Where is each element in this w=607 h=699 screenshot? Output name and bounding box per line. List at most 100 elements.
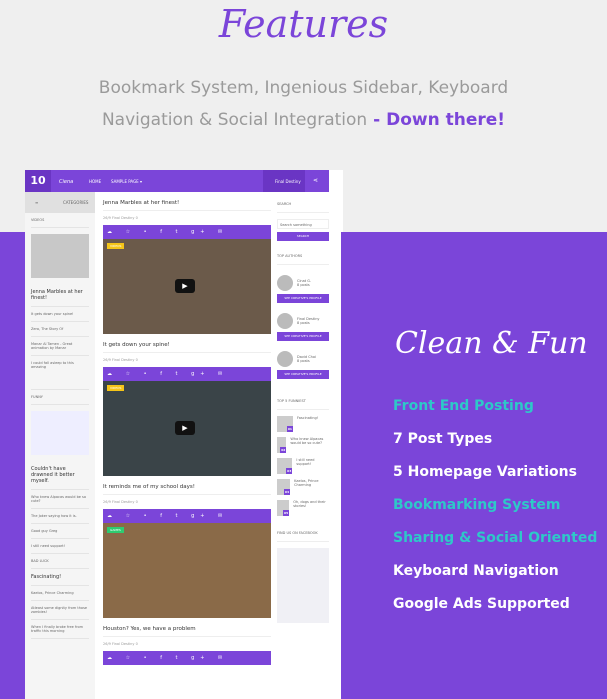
user-menu[interactable]: Final Destiny xyxy=(263,170,305,192)
section-bad-luck: BAD LUCK xyxy=(31,554,89,569)
profile-button[interactable]: SEE CREATIVE'S PROFILE xyxy=(277,294,329,303)
top-item[interactable]: 01 Fascinating! xyxy=(277,416,329,432)
top-title: Fascinating! xyxy=(297,416,319,420)
video-thumbnail[interactable] xyxy=(31,234,89,278)
thumbnail: 04 xyxy=(277,479,291,495)
rank: 04 xyxy=(283,489,291,495)
top-item[interactable]: 02 Who knew Alpacas would be so cute? xyxy=(277,437,329,453)
top-authors-label: TOP AUTHORS xyxy=(277,244,329,265)
post-action-bar[interactable]: ☁ ☆ • f t g+ ✉ xyxy=(103,509,271,523)
site-logo: 10 xyxy=(25,170,51,192)
post-title[interactable]: It reminds me of my school days! xyxy=(103,476,271,494)
post: It reminds me of my school days! 26/9 Fi… xyxy=(103,476,271,618)
list-item[interactable]: Atleast some dignity from those zombies! xyxy=(31,601,89,620)
category-badge: VIDEOS xyxy=(107,385,125,391)
feature-item: 5 Homepage Variations xyxy=(393,464,577,480)
category-badge: GAMES xyxy=(107,527,124,533)
top-item[interactable]: 03 I still need support! xyxy=(277,458,329,474)
top-item[interactable]: 04 Kaelos, Prince Charming xyxy=(277,479,329,495)
funny-thumbnail[interactable] xyxy=(31,411,89,455)
facebook-widget[interactable] xyxy=(277,548,329,623)
list-item[interactable]: Fascinating! xyxy=(31,569,89,586)
nav-home[interactable]: HOME xyxy=(89,179,101,184)
list-item[interactable]: When I finally broke free from traffic t… xyxy=(31,620,89,639)
subtitle-line1: Bookmark System, Ingenious Sidebar, Keyb… xyxy=(98,78,509,98)
left-sidebar: ≡ CATEGORIES VIDEOS Jenna Marbles at her … xyxy=(25,192,95,699)
feature-item: Keyboard Navigation xyxy=(393,563,559,579)
top-title: Oh, dogs and their stories! xyxy=(293,500,326,508)
thumbnail: 05 xyxy=(277,500,290,516)
post-meta: 26/9 Final Destiny 0 xyxy=(103,494,271,509)
feature-item: Bookmarking System xyxy=(393,497,561,513)
user-name: Final Destiny xyxy=(275,179,301,184)
list-item[interactable]: I still need support! xyxy=(31,539,89,554)
categories-tab[interactable]: ≡ CATEGORIES xyxy=(25,192,95,213)
list-item[interactable]: It gets down your spine! xyxy=(31,307,89,322)
nav-sample-page[interactable]: SAMPLE PAGE ▾ xyxy=(111,179,142,184)
author: David Choi 8 posts xyxy=(277,351,329,367)
post-meta: 26/9 Final Destiny 0 xyxy=(103,636,271,651)
search-label: SEARCH xyxy=(277,192,329,213)
post: It gets down your spine! 26/9 Final Dest… xyxy=(103,334,271,476)
list-item[interactable]: The Joker saying how it is. xyxy=(31,509,89,524)
feature-item: Sharing & Social Oriented xyxy=(393,530,598,546)
list-item[interactable]: Good guy Greg xyxy=(31,524,89,539)
author-posts: 8 posts xyxy=(297,359,310,363)
list-item[interactable]: Kaelos, Prince Charming xyxy=(31,586,89,601)
page-title: Features xyxy=(218,2,389,46)
top-title: Who knew Alpacas would be so cute? xyxy=(290,437,324,445)
list-item[interactable]: Manar Al Tamen - Great animation by Mana… xyxy=(31,337,89,356)
search-button[interactable]: SEARCH xyxy=(277,232,329,241)
top-title: I still need support! xyxy=(296,458,315,466)
post-meta: 26/9 Final Destiny 0 xyxy=(103,210,271,225)
post-image[interactable]: GAMES xyxy=(103,523,271,618)
section-videos: VIDEOS xyxy=(31,213,89,228)
theme-screenshot: 10 Ciena HOME SAMPLE PAGE ▾ Final Destin… xyxy=(25,170,343,699)
avatar[interactable] xyxy=(277,351,293,367)
rank: 02 xyxy=(280,447,287,453)
author: Cinat G. 8 posts xyxy=(277,275,329,291)
author-posts: 8 posts xyxy=(297,283,310,287)
list-item[interactable]: Zero, The Story Of xyxy=(31,322,89,337)
list-item[interactable]: Couldn't have drawned it better myself. xyxy=(31,461,89,490)
author: Final Destiny 8 posts xyxy=(277,313,329,329)
site-header: 10 Ciena HOME SAMPLE PAGE ▾ Final Destin… xyxy=(25,170,329,192)
feature-list: Front End Posting 7 Post Types 5 Homepage … xyxy=(393,398,597,629)
feature-item: 7 Post Types xyxy=(393,431,493,447)
search-input[interactable]: Search something xyxy=(277,219,329,229)
post: Jenna Marbles at her finest! 26/9 Final … xyxy=(103,192,271,334)
post-title[interactable]: Jenna Marbles at her finest! xyxy=(103,192,271,210)
top5-label: TOP 5 FUNNIEST xyxy=(277,389,329,410)
post-action-bar[interactable]: ☁ ☆ • f t g+ ✉ xyxy=(103,651,271,665)
video-player[interactable]: VIDEOS ▶ xyxy=(103,239,271,334)
facebook-label: FIND US ON FACEBOOK xyxy=(277,521,329,542)
top-title: Kaelos, Prince Charming xyxy=(294,479,319,487)
subtitle: Bookmark System, Ingenious Sidebar, Keyb… xyxy=(0,72,607,136)
rank: 05 xyxy=(283,510,290,516)
video-player[interactable]: VIDEOS ▶ xyxy=(103,381,271,476)
thumbnail: 03 xyxy=(277,458,293,474)
play-icon[interactable]: ▶ xyxy=(175,421,195,435)
list-item[interactable]: Jenna Marbles at her finest! xyxy=(31,284,89,307)
list-item[interactable]: I could fall asleep to this amazing xyxy=(31,356,89,390)
avatar[interactable] xyxy=(277,313,293,329)
section-funny: FUNNY xyxy=(31,390,89,405)
play-icon[interactable]: ▶ xyxy=(175,279,195,293)
post-action-bar[interactable]: ☁ ☆ • f t g+ ✉ xyxy=(103,367,271,381)
avatar[interactable] xyxy=(277,275,293,291)
post-action-bar[interactable]: ☁ ☆ • f t g+ ✉ xyxy=(103,225,271,239)
list-item[interactable]: Who knew Alpacas would be so cute? xyxy=(31,490,89,509)
thumbnail: 02 xyxy=(277,437,287,453)
profile-button[interactable]: SEE CREATIVE'S PROFILE xyxy=(277,370,329,379)
post-title[interactable]: It gets down your spine! xyxy=(103,334,271,352)
share-icon[interactable]: ⋖ xyxy=(313,177,318,184)
subtitle-highlight: - Down there! xyxy=(367,110,506,130)
feature-item: Google Ads Supported xyxy=(393,596,570,612)
scrollbar[interactable] xyxy=(341,232,343,699)
author-posts: 8 posts xyxy=(297,321,310,325)
post-title[interactable]: Houston? Yes, we have a problem xyxy=(103,618,271,636)
profile-button[interactable]: SEE CREATIVE'S PROFILE xyxy=(277,332,329,341)
menu-icon[interactable]: ≡ xyxy=(35,200,38,205)
post-meta: 26/9 Final Destiny 0 xyxy=(103,352,271,367)
top-item[interactable]: 05 Oh, dogs and their stories! xyxy=(277,500,329,516)
